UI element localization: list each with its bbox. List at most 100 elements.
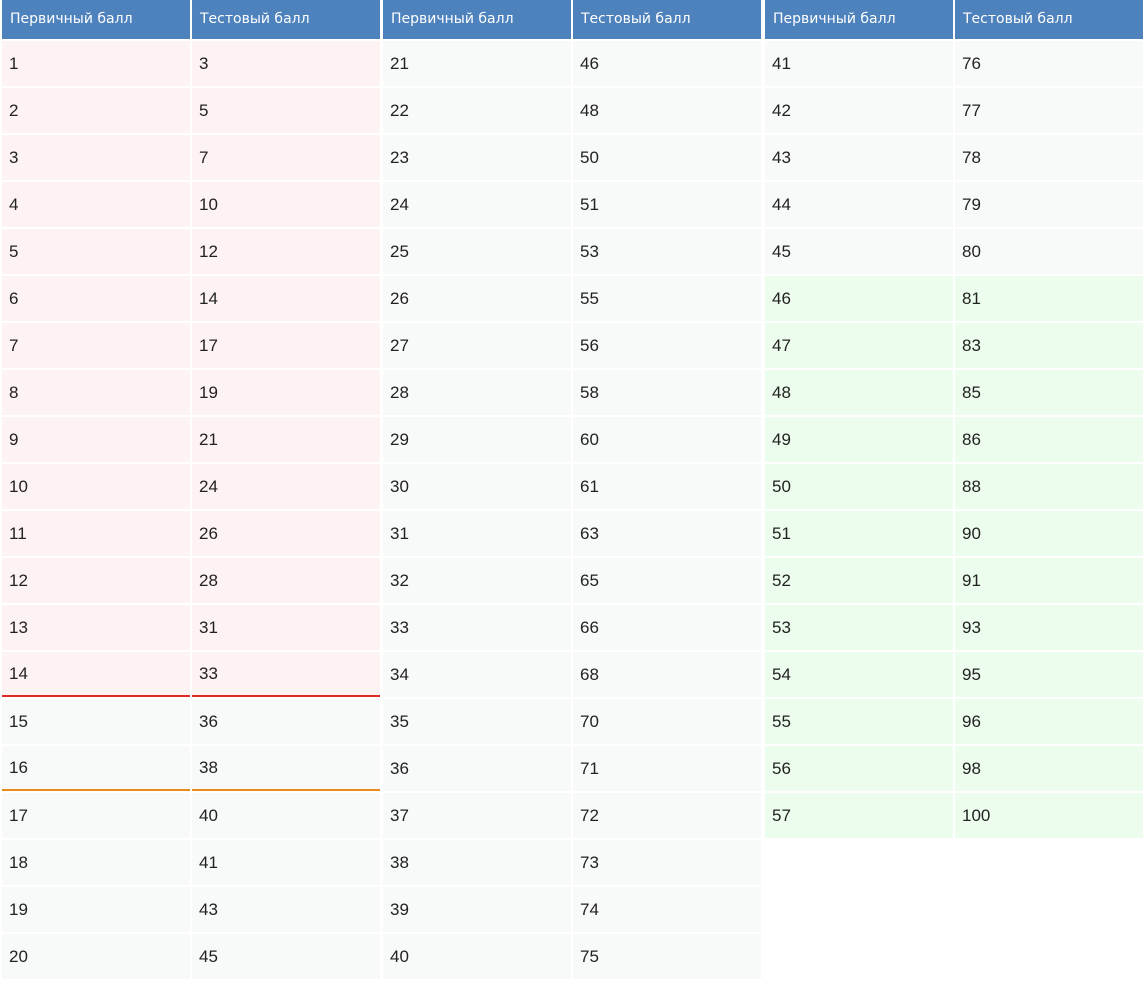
primary-score-cell: 50 [765,464,953,509]
test-score-cell: 83 [955,323,1143,368]
primary-score-cell: 22 [383,88,571,133]
primary-score-cell: 38 [383,840,571,885]
primary-score-cell: 21 [383,41,571,86]
primary-score-cell: 36 [383,746,571,791]
test-score-cell: 10 [192,182,380,227]
primary-score-cell: 19 [2,887,190,932]
test-score-cell: 75 [573,934,761,979]
primary-score-cell: 41 [765,41,953,86]
primary-score-cell: 2 [2,88,190,133]
primary-score-cell: 51 [765,511,953,556]
test-score-cell: 79 [955,182,1143,227]
test-score-cell: 26 [192,511,380,556]
primary-score-cell: 12 [2,558,190,603]
score-table-2: Первичный балл Тестовый балл 21 46 22 48 23 5… [383,0,761,979]
test-score-cell: 86 [955,417,1143,462]
test-score-cell: 40 [192,793,380,838]
primary-score-cell: 18 [2,840,190,885]
test-score-cell: 90 [955,511,1143,556]
test-score-cell: 58 [573,370,761,415]
test-score-cell: 19 [192,370,380,415]
primary-score-cell: 15 [2,699,190,744]
primary-score-cell: 35 [383,699,571,744]
primary-score-cell: 52 [765,558,953,603]
test-score-cell: 21 [192,417,380,462]
test-score-cell: 5 [192,88,380,133]
test-score-cell: 31 [192,605,380,650]
test-score-cell: 61 [573,464,761,509]
primary-score-cell: 20 [2,934,190,979]
primary-score-cell: 23 [383,135,571,180]
primary-score-cell: 9 [2,417,190,462]
primary-score-cell: 53 [765,605,953,650]
test-score-cell: 60 [573,417,761,462]
test-score-cell: 77 [955,88,1143,133]
primary-score-cell: 57 [765,793,953,838]
primary-score-cell: 11 [2,511,190,556]
primary-score-cell: 16 [2,746,190,791]
header-primary-score: Первичный балл [2,0,190,39]
test-score-cell: 53 [573,229,761,274]
test-score-cell: 85 [955,370,1143,415]
test-score-cell: 50 [573,135,761,180]
test-score-cell: 56 [573,323,761,368]
primary-score-cell: 25 [383,229,571,274]
primary-score-cell: 44 [765,182,953,227]
primary-score-cell: 8 [2,370,190,415]
primary-score-cell: 34 [383,652,571,697]
primary-score-cell: 17 [2,793,190,838]
test-score-cell: 98 [955,746,1143,791]
primary-score-cell: 49 [765,417,953,462]
primary-score-cell: 27 [383,323,571,368]
primary-score-cell: 56 [765,746,953,791]
test-score-cell: 95 [955,652,1143,697]
test-score-cell: 14 [192,276,380,321]
test-score-cell: 70 [573,699,761,744]
test-score-cell: 51 [573,182,761,227]
test-score-cell: 93 [955,605,1143,650]
primary-score-cell: 29 [383,417,571,462]
primary-score-cell: 33 [383,605,571,650]
test-score-cell: 78 [955,135,1143,180]
test-score-cell: 63 [573,511,761,556]
header-primary-score: Первичный балл [383,0,571,39]
primary-score-cell: 3 [2,135,190,180]
test-score-cell: 68 [573,652,761,697]
primary-score-cell: 30 [383,464,571,509]
test-score-cell: 17 [192,323,380,368]
primary-score-cell: 5 [2,229,190,274]
primary-score-cell: 14 [2,652,190,697]
primary-score-cell: 28 [383,370,571,415]
score-table-1: Первичный балл Тестовый балл 1 3 2 5 3 7 4 10 5 1… [2,0,380,979]
primary-score-cell: 37 [383,793,571,838]
primary-score-cell: 1 [2,41,190,86]
score-table-3: Первичный балл Тестовый балл 41 76 42 77 43 7… [765,0,1143,838]
header-primary-score: Первичный балл [765,0,953,39]
primary-score-cell: 6 [2,276,190,321]
primary-score-cell: 42 [765,88,953,133]
primary-score-cell: 46 [765,276,953,321]
test-score-cell: 72 [573,793,761,838]
test-score-cell: 76 [955,41,1143,86]
primary-score-cell: 24 [383,182,571,227]
test-score-cell: 24 [192,464,380,509]
test-score-cell: 100 [955,793,1143,838]
test-score-cell: 45 [192,934,380,979]
primary-score-cell: 13 [2,605,190,650]
test-score-cell: 55 [573,276,761,321]
test-score-cell: 48 [573,88,761,133]
test-score-cell: 71 [573,746,761,791]
test-score-cell: 28 [192,558,380,603]
test-score-cell: 36 [192,699,380,744]
test-score-cell: 96 [955,699,1143,744]
primary-score-cell: 26 [383,276,571,321]
test-score-cell: 91 [955,558,1143,603]
primary-score-cell: 54 [765,652,953,697]
test-score-cell: 81 [955,276,1143,321]
header-test-score: Тестовый балл [192,0,380,39]
primary-score-cell: 31 [383,511,571,556]
test-score-cell: 3 [192,41,380,86]
primary-score-cell: 55 [765,699,953,744]
header-test-score: Тестовый балл [955,0,1143,39]
test-score-cell: 65 [573,558,761,603]
